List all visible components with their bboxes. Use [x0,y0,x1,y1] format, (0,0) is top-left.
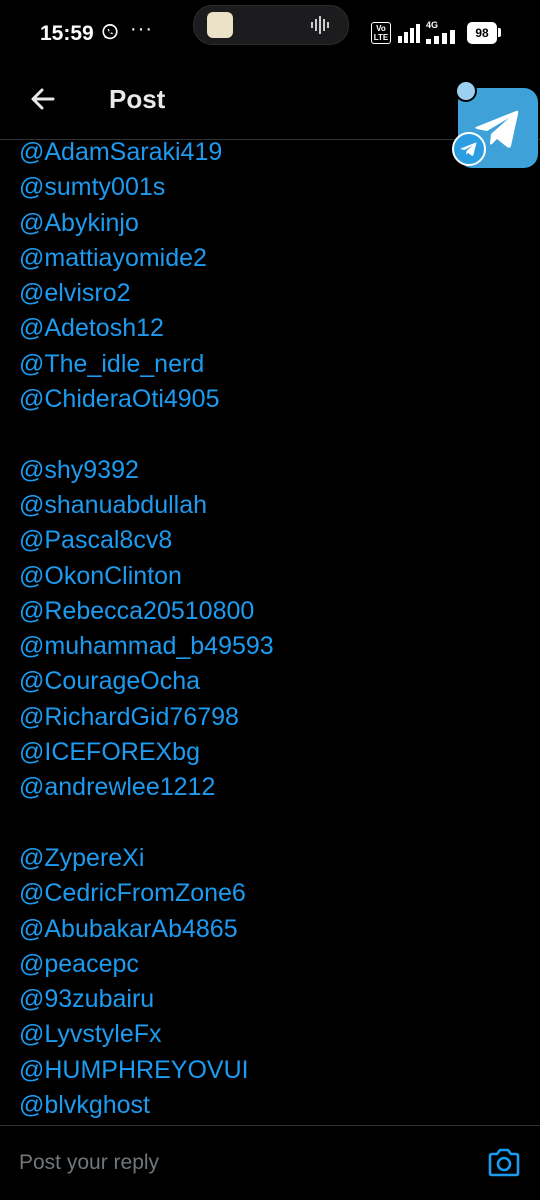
mention-link[interactable]: @ZypereXi [19,841,274,876]
mention-link[interactable]: @AbubakarAb4865 [19,912,274,947]
battery-icon: 98 [467,22,497,44]
camera-icon[interactable] [487,1148,521,1178]
mention-link[interactable]: @Rebecca20510800 [19,594,274,629]
status-bar: 15:59 ··· Vo LTE 4G 98 [0,0,540,70]
network-type-label: 4G [426,20,439,30]
volte-icon: Vo LTE [371,22,391,44]
post-body: @AdamSaraki419 @sumty001s @Abykinjo @mattia… [0,140,540,1118]
paragraph-gap [19,806,274,841]
mention-link[interactable]: @Pascal8cv8 [19,523,274,558]
status-time: 15:59 [40,22,94,45]
mention-link[interactable]: @shy9392 [19,453,274,488]
mention-link[interactable]: @Adetosh12 [19,311,274,346]
media-thumbnail [207,12,233,38]
mention-link[interactable]: @peacepc [19,947,274,982]
mention-link[interactable]: @mattiayomide2 [19,241,274,276]
mention-link[interactable]: @The_idle_nerd [19,347,274,382]
reply-bar: Post your reply [0,1125,540,1200]
arrow-left-icon[interactable] [27,83,59,115]
mention-list: @AdamSaraki419 @sumty001s @Abykinjo @mattia… [19,140,274,1118]
more-notifications-icon: ··· [130,18,153,40]
mention-link[interactable]: @blvkghost [19,1088,274,1118]
whatsapp-icon [102,24,118,40]
signal-strength-icon [398,24,420,43]
reply-input[interactable]: Post your reply [19,1151,159,1175]
bubble-indicator-dot [455,80,477,102]
mention-link[interactable]: @ICEFOREXbg [19,735,274,770]
page-title: Post [109,84,166,114]
mention-link[interactable]: @Abykinjo [19,206,274,241]
audio-wave-icon [311,16,329,34]
mention-link[interactable]: @sumty001s [19,170,274,205]
mention-link[interactable]: @shanuabdullah [19,488,274,523]
mention-link[interactable]: @CedricFromZone6 [19,876,274,911]
mention-link[interactable]: @AdamSaraki419 [19,140,274,170]
network-4g-icon: 4G [426,20,460,44]
battery-tip [498,28,501,37]
telegram-plane-small-icon [460,142,477,156]
mention-link[interactable]: @muhammad_b49593 [19,629,274,664]
signal-strength-icon-2 [426,30,455,44]
mention-link[interactable]: @93zubairu [19,982,274,1017]
mention-link[interactable]: @RichardGid76798 [19,700,274,735]
mention-link[interactable]: @OkonClinton [19,559,274,594]
telegram-badge-icon [452,132,486,166]
mention-link[interactable]: @HUMPHREYOVUI [19,1053,274,1088]
screen: 15:59 ··· Vo LTE 4G 98 Post @AdamSaraki4… [0,0,540,1200]
mention-link[interactable]: @CourageOcha [19,664,274,699]
dynamic-island[interactable] [193,5,349,45]
mention-link[interactable]: @elvisro2 [19,276,274,311]
mention-link[interactable]: @andrewlee1212 [19,770,274,805]
mention-link[interactable]: @ChideraOti4905 [19,382,274,417]
mention-link[interactable]: @LyvstyleFx [19,1017,274,1052]
paragraph-gap [19,417,274,452]
